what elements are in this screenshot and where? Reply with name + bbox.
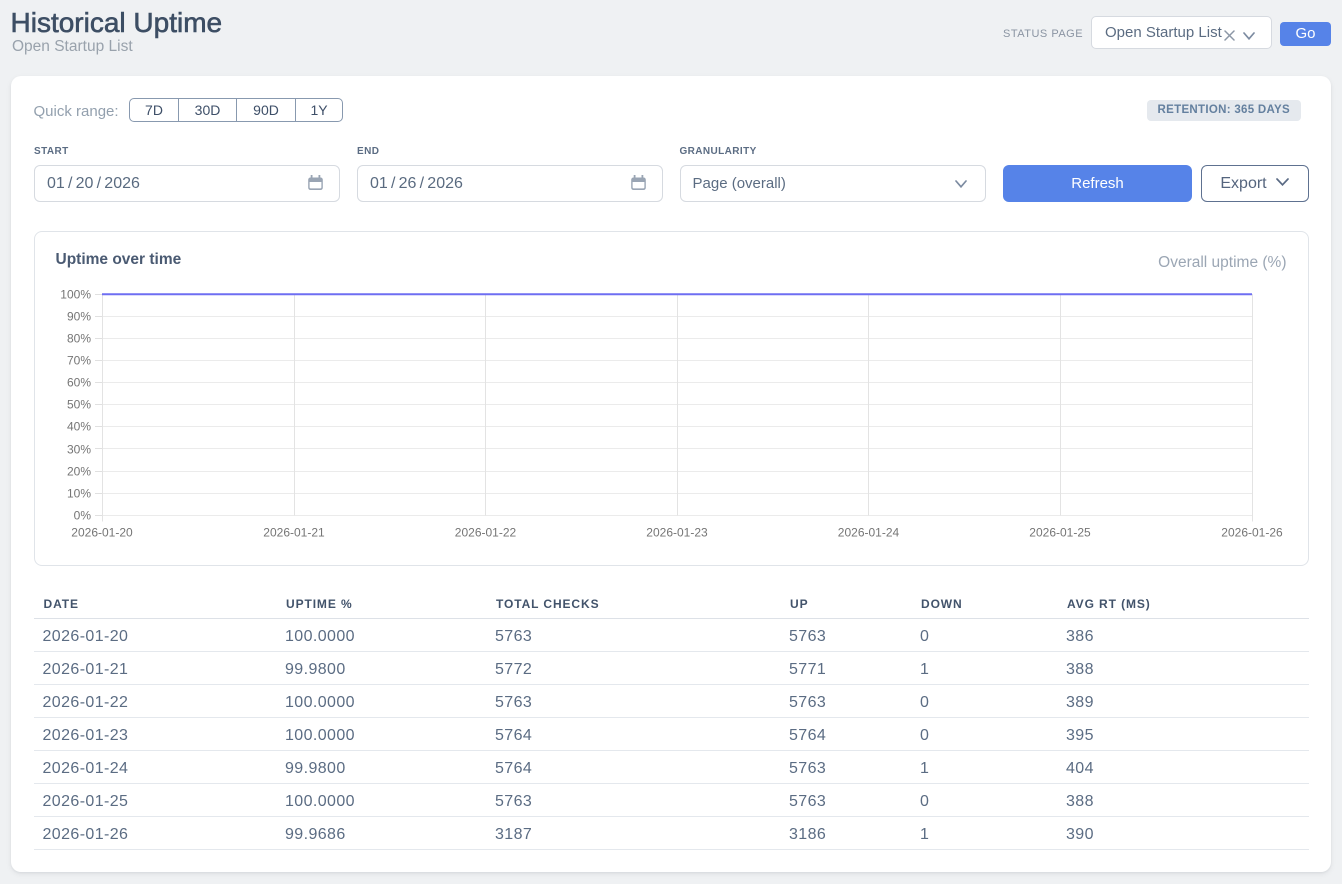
svg-text:2026-01-20: 2026-01-20 bbox=[71, 526, 133, 540]
svg-text:2026-01-21: 2026-01-21 bbox=[263, 526, 325, 540]
svg-text:2026-01-26: 2026-01-26 bbox=[1221, 526, 1283, 540]
svg-text:30%: 30% bbox=[66, 443, 90, 457]
svg-text:0%: 0% bbox=[73, 509, 91, 523]
svg-text:50%: 50% bbox=[66, 398, 90, 412]
svg-text:2026-01-22: 2026-01-22 bbox=[454, 526, 516, 540]
svg-text:90%: 90% bbox=[66, 310, 90, 324]
svg-text:70%: 70% bbox=[66, 354, 90, 368]
svg-text:2026-01-24: 2026-01-24 bbox=[837, 526, 899, 540]
svg-text:2026-01-23: 2026-01-23 bbox=[646, 526, 708, 540]
svg-text:40%: 40% bbox=[66, 420, 90, 434]
svg-text:10%: 10% bbox=[66, 487, 90, 501]
svg-text:20%: 20% bbox=[66, 465, 90, 479]
svg-text:2026-01-25: 2026-01-25 bbox=[1029, 526, 1091, 540]
svg-text:100%: 100% bbox=[60, 288, 91, 302]
svg-text:80%: 80% bbox=[66, 332, 90, 346]
svg-text:60%: 60% bbox=[66, 376, 90, 390]
